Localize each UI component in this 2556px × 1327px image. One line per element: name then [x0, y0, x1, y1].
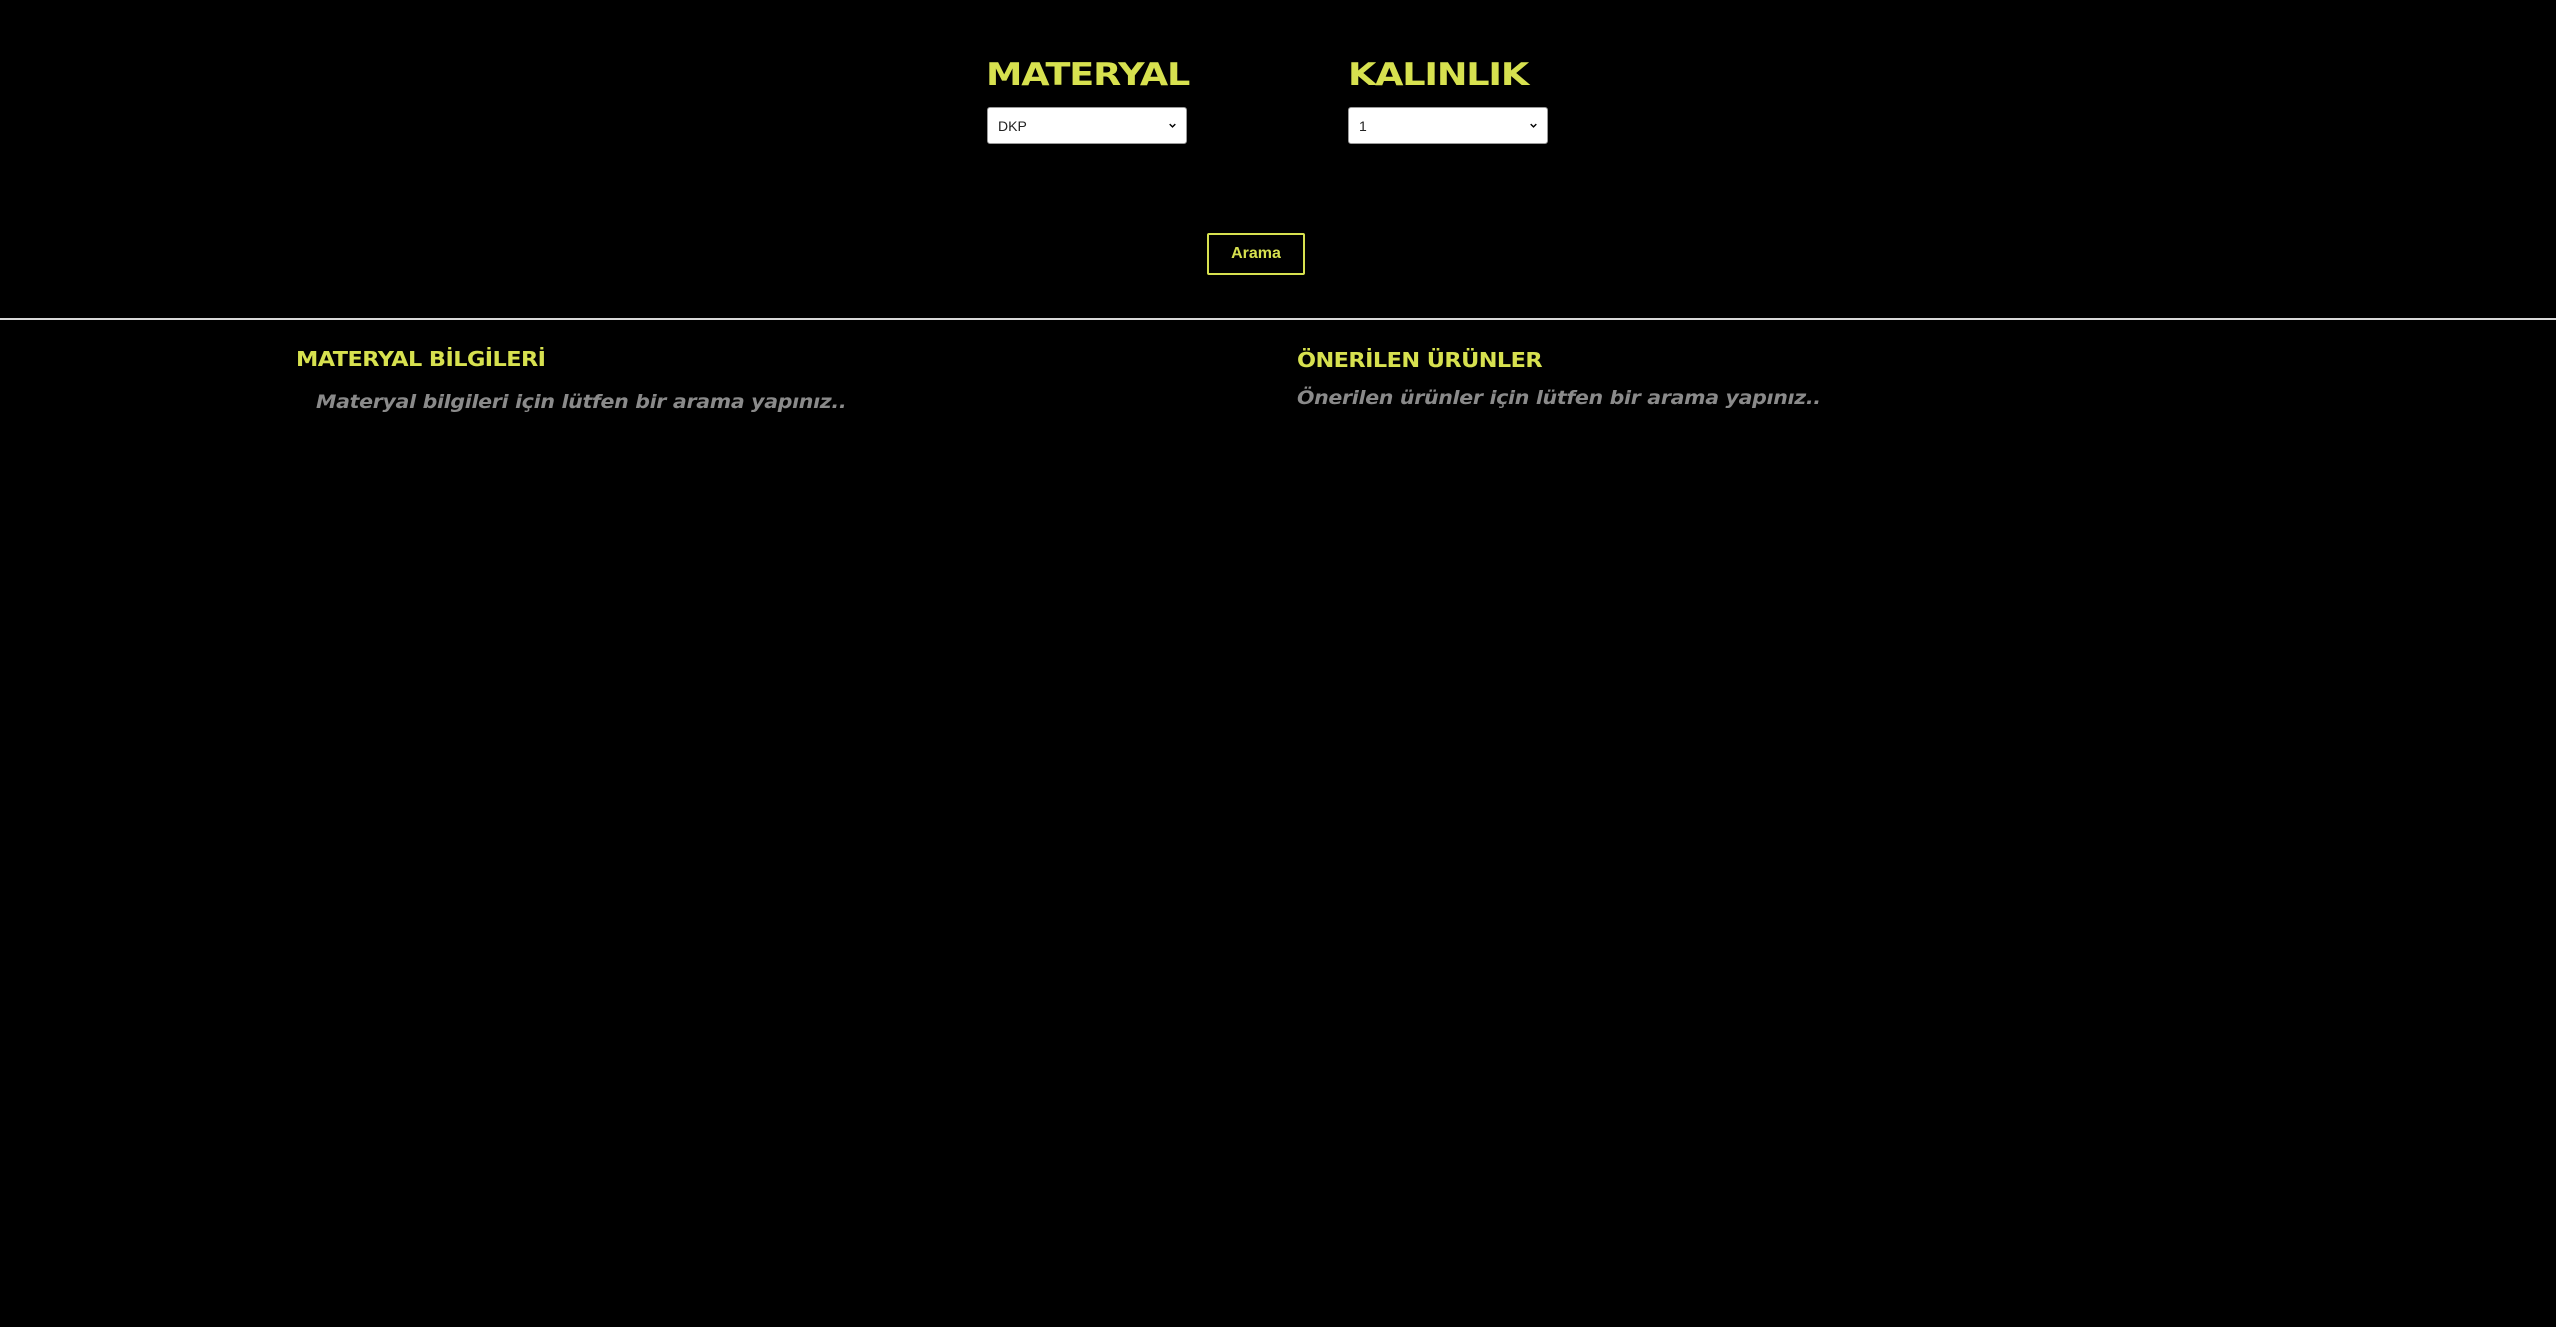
material-select-value: DKP: [998, 118, 1027, 134]
chevron-down-icon: [1530, 123, 1537, 128]
thickness-label: KALINLIK: [1348, 57, 1529, 93]
chevron-down-icon: [1169, 123, 1176, 128]
material-select[interactable]: DKP: [987, 107, 1187, 144]
section-divider: [0, 318, 2556, 320]
material-label: MATERYAL: [986, 57, 1190, 93]
page: MATERYAL DKP KALINLIK 1 Arama MATERYAL B…: [0, 0, 2556, 1327]
material-info-empty-message: Materyal bilgileri için lütfen bir arama…: [316, 391, 847, 413]
search-button[interactable]: Arama: [1207, 233, 1305, 275]
thickness-select-value: 1: [1359, 118, 1367, 134]
thickness-select[interactable]: 1: [1348, 107, 1548, 144]
recommended-products-title: ÖNERİLEN ÜRÜNLER: [1297, 348, 1543, 372]
recommended-products-empty-message: Önerilen ürünler için lütfen bir arama y…: [1297, 387, 1821, 409]
material-info-title: MATERYAL BİLGİLERİ: [296, 347, 546, 371]
